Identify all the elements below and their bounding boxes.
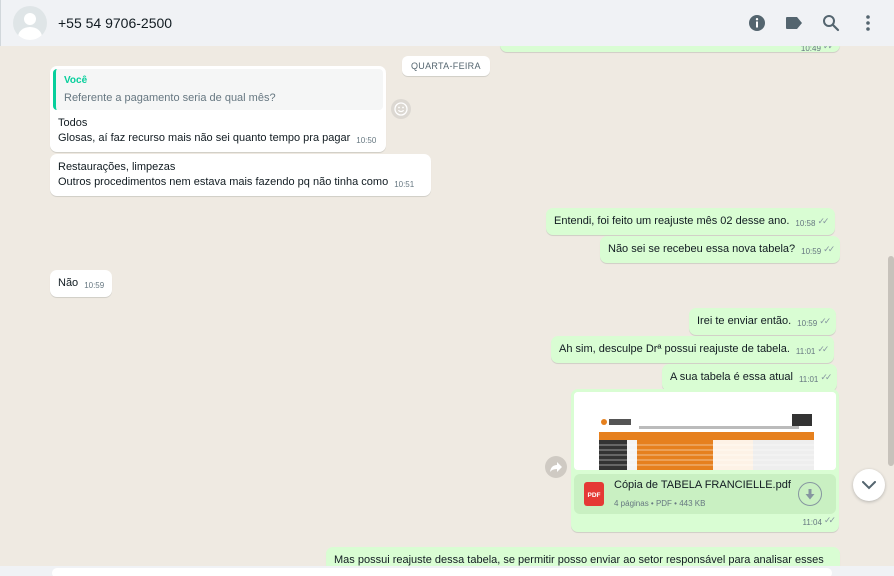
message-time: 10:59 [801,247,822,256]
message-time: 10:58 [795,219,816,228]
message-text: Glosas, aí faz recurso mais não sei quan… [58,132,377,145]
message-time: 11:01 [795,347,816,356]
message-text: Irei te enviar então. [697,315,792,327]
message-document[interactable]: PDF Cópia de TABELA FRANCIELLE.pdf 4 pág… [571,389,839,532]
chat-scrollbar[interactable] [888,256,894,466]
message-time: 10:59 [84,281,105,290]
quoted-message[interactable]: Você Referente a pagamento seria de qual… [53,69,383,110]
message-text: Mas possui reajuste dessa tabela, se per… [334,554,824,566]
message-text: A sua tabela é essa atual [670,371,793,383]
read-ticks-icon: ✓✓ [817,216,829,226]
document-name: Cópia de TABELA FRANCIELLE.pdf [614,478,791,491]
message-list[interactable]: 10:49 ✓✓ QUARTA-FEIRA Você Referente a pa… [0,46,894,566]
forward-icon[interactable] [545,456,567,478]
message-text: Outros procedimentos nem estava mais faz… [58,176,415,189]
message-input[interactable] [52,568,832,576]
download-icon[interactable] [798,482,822,506]
message-text: Ah sim, desculpe Drª possui reajuste de … [559,343,790,355]
message-incoming[interactable]: Não 10:59 [50,270,113,297]
message-outgoing[interactable]: Mas possui reajuste dessa tabela, se per… [326,547,840,566]
message-text: Restaurações, limpezas [58,161,176,173]
pdf-file-icon: PDF [584,482,604,506]
message-time: 11:04 [802,518,822,527]
day-separator: QUARTA-FEIRA [402,56,490,76]
read-ticks-icon: ✓✓ [823,244,835,254]
message-meta: 11:04 ✓✓ [796,513,836,528]
quote-text: Referente a pagamento seria de qual mês? [64,92,276,104]
message-outgoing[interactable]: Ah sim, desculpe Drª possui reajuste de … [551,336,835,363]
chat-header: +55 54 9706-2500 [0,0,894,46]
read-ticks-icon: ✓✓ [820,372,832,382]
message-time: 10:50 [356,136,377,145]
contact-avatar[interactable] [13,6,47,40]
read-ticks-icon: ✓✓ [822,46,835,51]
message-text: Entendi, foi feito um reajuste mês 02 de… [554,215,790,227]
read-ticks-icon: ✓✓ [823,515,836,525]
composer-bar [0,566,894,576]
read-ticks-icon: ✓✓ [817,344,829,354]
message-outgoing[interactable]: Irei te enviar então. 10:59 ✓✓ [689,308,837,335]
emoji-reaction-icon[interactable] [391,99,411,119]
menu-icon[interactable] [856,11,880,35]
message-time: 10:59 [797,319,818,328]
message-text: Todos [58,117,88,129]
message-time: 11:01 [798,375,819,384]
document-details: 4 páginas • PDF • 443 KB [614,498,706,508]
message-outgoing[interactable]: Não sei se recebeu essa nova tabela? 10:5… [600,236,841,263]
contact-name[interactable]: +55 54 9706-2500 [58,15,172,31]
document-card[interactable]: PDF Cópia de TABELA FRANCIELLE.pdf 4 pág… [574,474,836,514]
message-time: 10:51 [394,180,415,189]
message-text: Não [58,277,79,289]
read-ticks-icon: ✓✓ [819,316,831,326]
quote-author: Você [64,75,88,86]
chevron-down-icon [862,480,876,489]
search-icon[interactable] [819,11,843,35]
message-incoming-reply[interactable]: Você Referente a pagamento seria de qual… [50,66,386,152]
info-icon[interactable] [745,11,769,35]
scroll-down-button[interactable] [853,469,885,501]
message-time: 10:49 [800,46,821,53]
document-info: Cópia de TABELA FRANCIELLE.pdf 4 páginas… [614,478,791,511]
message-outgoing[interactable]: 10:49 ✓✓ [500,46,840,53]
message-outgoing[interactable]: Entendi, foi feito um reajuste mês 02 de… [546,208,835,235]
document-preview[interactable] [574,392,836,470]
message-outgoing[interactable]: A sua tabela é essa atual 11:01 ✓✓ [662,364,838,391]
message-incoming[interactable]: Restaurações, limpezas Outros procedimen… [50,154,431,196]
label-icon[interactable] [782,11,806,35]
header-actions [732,0,880,46]
message-text: Não sei se recebeu essa nova tabela? [608,243,796,255]
